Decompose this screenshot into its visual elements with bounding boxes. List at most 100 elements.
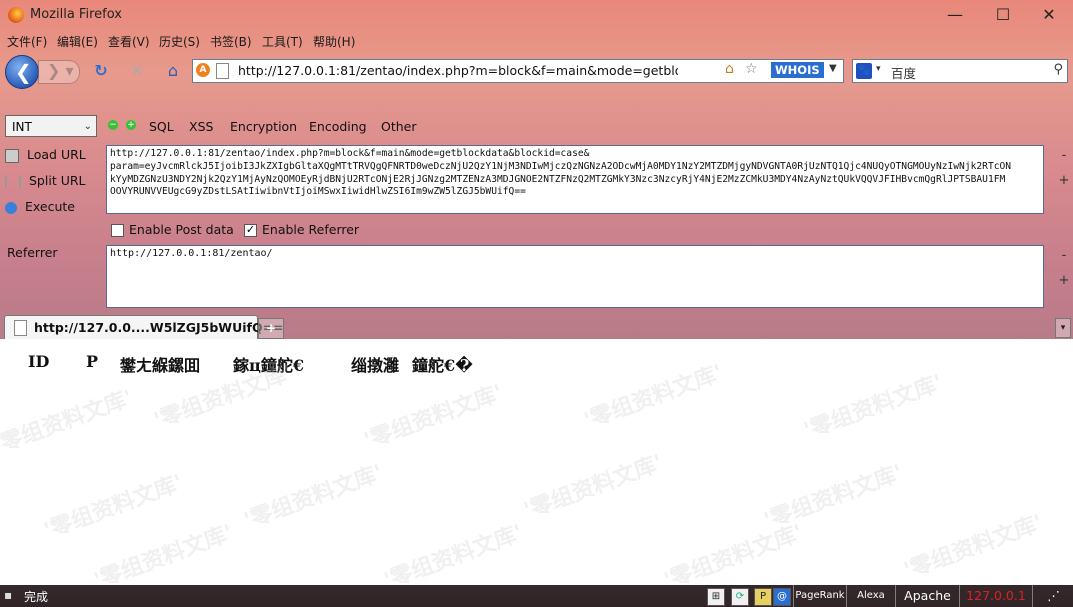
column-exec-status: 鎵ц鐘舵€ xyxy=(233,356,304,375)
alexa-indicator[interactable]: Alexa xyxy=(846,585,895,607)
home-icon[interactable]: ⌂ xyxy=(162,60,184,82)
load-url-icon xyxy=(5,148,19,163)
url-dropdown-icon[interactable]: ▼ xyxy=(829,63,837,74)
watermark: '零组资料文库' xyxy=(520,450,667,524)
hackbar-menu-xss[interactable]: XSS xyxy=(189,119,213,134)
watermark: '零组资料文库' xyxy=(90,520,237,594)
stop-icon[interactable]: ✕ xyxy=(126,60,148,82)
window-title: Mozilla Firefox xyxy=(30,7,122,22)
hackbar-menu-other[interactable]: Other xyxy=(381,119,417,134)
page-content: ID P 鐢ㄤ緥鏍囬 鎵ц鐘舵€ 缁撴灉 鐘舵€� '零组资料文库' '零组资料… xyxy=(0,339,1073,594)
menu-history[interactable]: 历史(S) xyxy=(159,33,200,50)
maximize-button[interactable]: ☐ xyxy=(988,5,1018,25)
referrer-expand-button[interactable]: + xyxy=(1057,273,1071,288)
url-textarea-value: http://127.0.0.1:81/zentao/index.php?m=b… xyxy=(110,148,1012,198)
referrer-shrink-button[interactable]: - xyxy=(1057,248,1071,263)
watermark: '零组资料文库' xyxy=(580,360,727,434)
search-input[interactable]: 百度 xyxy=(891,63,916,82)
watermark: '零组资料文库' xyxy=(360,380,507,454)
watermark: '零组资料文库' xyxy=(760,460,907,534)
watermark: '零组资料文库' xyxy=(240,460,387,534)
execute-icon xyxy=(5,201,17,214)
column-result: 缁撴灉 xyxy=(351,356,400,375)
search-engine-icon[interactable]: 🐾 xyxy=(856,63,872,79)
watermark: '零组资料文库' xyxy=(660,520,807,594)
watermark: '零组资料文库' xyxy=(800,370,947,444)
chevron-down-icon: ⌄ xyxy=(83,121,92,132)
referrer-value: http://127.0.0.1:81/zentao/ xyxy=(110,248,273,259)
page-icon xyxy=(14,320,27,336)
new-tab-button[interactable]: + xyxy=(258,318,284,339)
hackbar-type-select[interactable]: INT ⌄ xyxy=(5,115,97,137)
watermark: '零组资料文库' xyxy=(40,470,187,544)
search-engine-dropdown-icon[interactable]: ▾ xyxy=(876,64,881,74)
at-icon[interactable]: @ xyxy=(773,588,791,606)
url-shrink-button[interactable]: - xyxy=(1057,148,1071,163)
watermark: '零组资料文库' xyxy=(0,385,137,459)
hackbar-url-textarea[interactable]: http://127.0.0.1:81/zentao/index.php?m=b… xyxy=(106,145,1044,214)
decrease-icon[interactable]: − xyxy=(108,120,118,130)
menu-tools[interactable]: 工具(T) xyxy=(262,33,303,50)
reload-icon[interactable]: ↻ xyxy=(90,60,112,82)
split-url-button[interactable]: Split URL xyxy=(5,173,86,188)
search-box[interactable]: 🐾 ▾ 百度 ⚲ xyxy=(852,59,1068,83)
menu-help[interactable]: 帮助(H) xyxy=(313,33,355,50)
hackbar-menu-encoding[interactable]: Encoding xyxy=(309,119,367,134)
ip-indicator: 127.0.0.1 xyxy=(959,585,1032,607)
column-p: P xyxy=(86,352,99,371)
split-url-label: Split URL xyxy=(29,173,86,188)
increase-icon[interactable]: + xyxy=(126,120,136,130)
back-arrow-icon: ❮ xyxy=(15,60,32,84)
status-grip-icon: ▪ xyxy=(4,588,13,602)
addon-icon[interactable]: ⊞ xyxy=(707,588,725,606)
referrer-textarea[interactable]: http://127.0.0.1:81/zentao/ xyxy=(106,245,1044,308)
firefox-logo-icon xyxy=(8,7,24,23)
status-text: 完成 xyxy=(24,590,49,604)
column-title: 鐢ㄤ緥鏍囬 xyxy=(120,356,201,375)
url-bar[interactable]: A http://127.0.0.1:81/zentao/index.php?m… xyxy=(192,59,844,83)
execute-button[interactable]: Execute xyxy=(5,199,75,214)
referrer-label: Referrer xyxy=(7,245,58,260)
menu-file[interactable]: 文件(F) xyxy=(7,33,47,50)
hackbar-menu-sql[interactable]: SQL xyxy=(149,119,174,134)
enable-post-label: Enable Post data xyxy=(129,222,234,237)
load-url-button[interactable]: Load URL xyxy=(5,147,86,163)
close-button[interactable]: ✕ xyxy=(1034,5,1064,25)
watermark: '零组资料文库' xyxy=(380,520,527,594)
enable-referrer-checkbox[interactable]: ✓ xyxy=(244,224,257,237)
site-identity-icon[interactable]: A xyxy=(196,63,210,77)
menu-view[interactable]: 查看(V) xyxy=(108,33,150,50)
resize-grip-icon[interactable]: ⋰ xyxy=(1032,585,1073,607)
load-url-label: Load URL xyxy=(27,147,86,162)
url-expand-button[interactable]: + xyxy=(1057,173,1071,188)
column-id: ID xyxy=(28,352,50,371)
enable-post-checkbox[interactable] xyxy=(111,224,124,237)
tab-list-chevron-down-icon[interactable]: ▾ xyxy=(1055,318,1071,338)
title-bar: Mozilla Firefox — ☐ ✕ xyxy=(0,0,1073,30)
server-indicator: Apache xyxy=(895,585,959,607)
whois-badge[interactable]: WHOIS xyxy=(771,62,824,78)
execute-label: Execute xyxy=(25,199,75,214)
bookmark-star-icon[interactable]: ☆ xyxy=(745,61,758,77)
tab-label: http://127.0.0....W5lZGJ5bWUifQ== xyxy=(34,320,284,335)
note-icon[interactable]: P xyxy=(754,588,772,606)
tab-active[interactable]: http://127.0.0....W5lZGJ5bWUifQ== xyxy=(4,315,284,340)
menu-bookmarks[interactable]: 书签(B) xyxy=(210,33,252,50)
split-url-icon xyxy=(5,175,21,188)
type-select-value: INT xyxy=(12,120,32,134)
pagerank-indicator[interactable]: PageRank xyxy=(793,585,846,607)
menu-edit[interactable]: 编辑(E) xyxy=(57,33,98,50)
sync-icon[interactable]: ⟳ xyxy=(731,588,749,606)
home-small-icon[interactable]: ⌂ xyxy=(725,61,734,77)
page-icon xyxy=(216,63,229,79)
enable-referrer-label: Enable Referrer xyxy=(262,222,360,237)
forward-button[interactable]: ❯ ▾ xyxy=(38,60,80,84)
watermark: '零组资料文库' xyxy=(900,510,1047,584)
url-input[interactable]: http://127.0.0.1:81/zentao/index.php?m=b… xyxy=(238,63,678,78)
minimize-button[interactable]: — xyxy=(940,5,970,25)
hackbar-menu-encryption[interactable]: Encryption xyxy=(230,119,297,134)
menu-bar: 文件(F) 编辑(E) 查看(V) 历史(S) 书签(B) 工具(T) 帮助(H… xyxy=(0,30,1073,52)
search-icon[interactable]: ⚲ xyxy=(1053,62,1063,77)
forward-arrow-icon: ❯ ▾ xyxy=(47,61,74,80)
back-button[interactable]: ❮ xyxy=(5,55,39,89)
